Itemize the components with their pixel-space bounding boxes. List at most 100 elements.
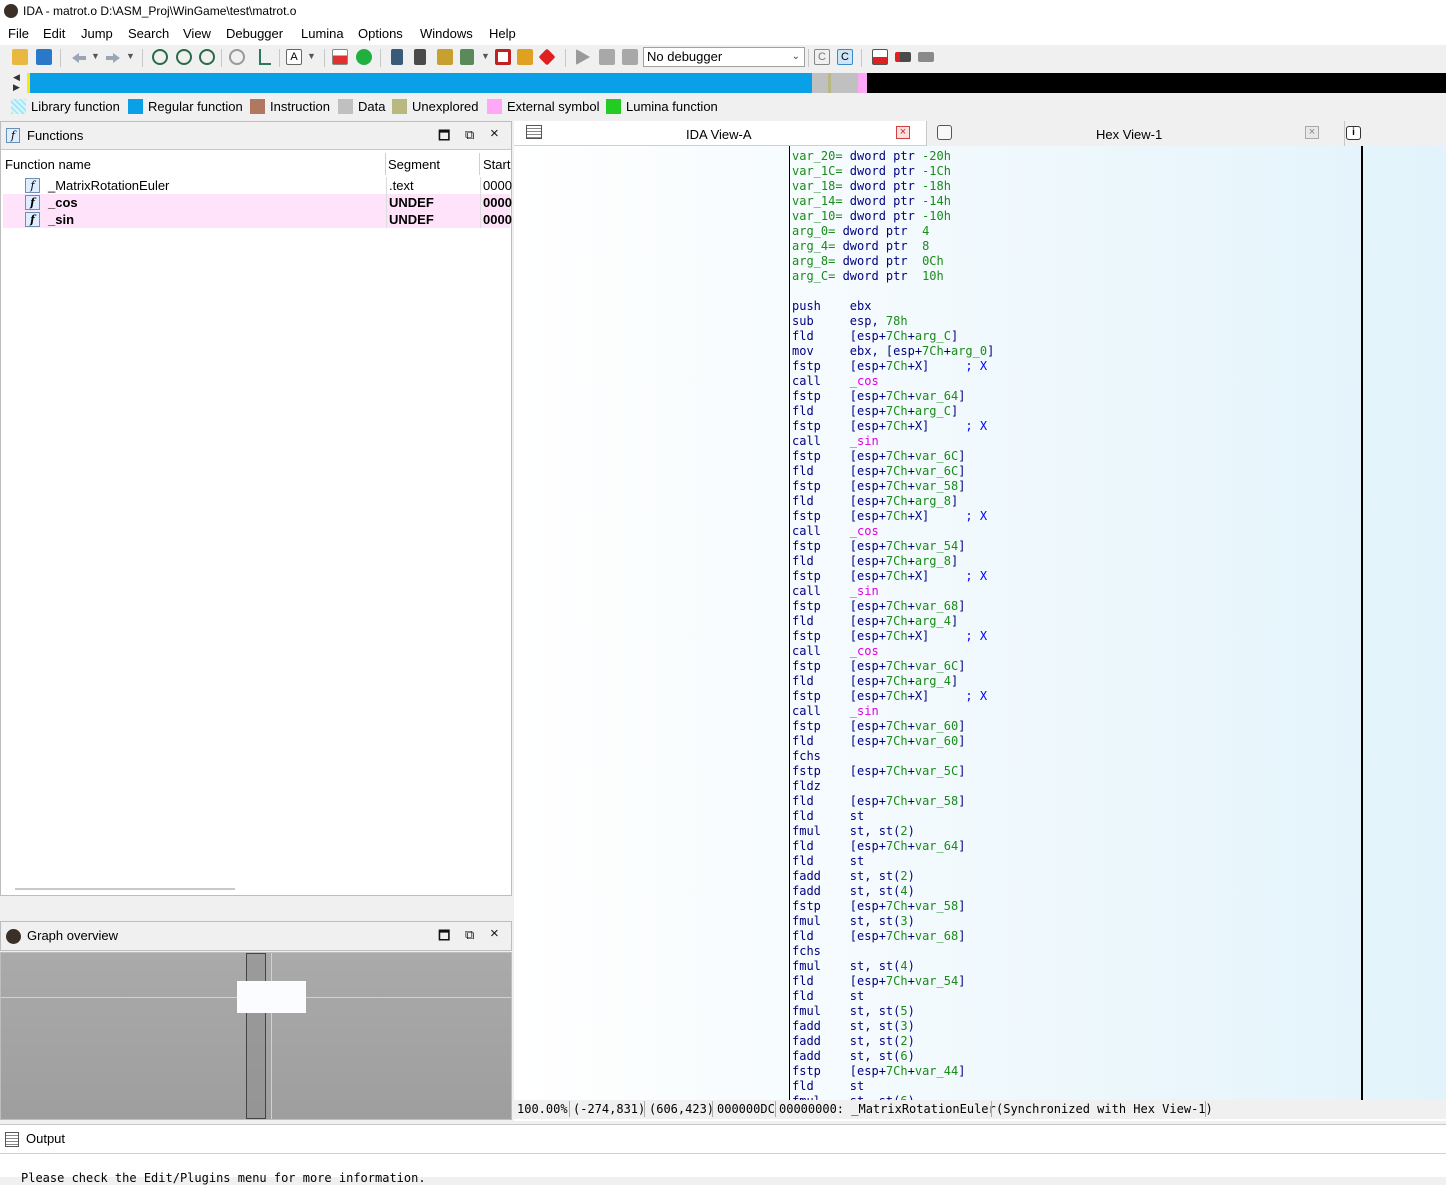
code-token[interactable]: arg_C [915,329,951,343]
code-line[interactable]: fstp [esp+7Ch+X] ; X [792,629,987,644]
code-line[interactable]: var_10= dword ptr -10h [792,209,951,224]
code-line[interactable]: fld [esp+7Ch+var_54] [792,974,965,989]
float-icon[interactable]: ⧉ [465,127,474,143]
open-folder-icon[interactable] [12,49,28,65]
code-line[interactable]: fld st [792,854,864,869]
pause-icon[interactable] [599,49,615,65]
code-line[interactable]: fadd st, st(6) [792,1049,915,1064]
menu-search[interactable]: Search [128,26,169,41]
table-row[interactable]: f _sin UNDEF 0000 [3,211,512,228]
code-line[interactable]: fld [esp+7Ch+var_58] [792,794,965,809]
code-line[interactable]: var_20= dword ptr -20h [792,149,951,164]
menu-windows[interactable]: Windows [420,26,473,41]
tab-info[interactable]: i [1344,121,1446,146]
code-line[interactable]: fstp [esp+7Ch+var_6C] [792,659,965,674]
code-token[interactable]: var_64 [915,839,958,853]
code-line[interactable]: fld [esp+7Ch+var_64] [792,839,965,854]
code-line[interactable]: var_14= dword ptr -14h [792,194,951,209]
code-line[interactable]: fadd st, st(4) [792,884,915,899]
list-gray-icon[interactable] [918,52,934,62]
horizontal-scrollbar[interactable] [15,888,235,890]
code-line[interactable]: call _sin [792,584,879,599]
font-icon[interactable]: A [286,49,302,65]
list-icon[interactable] [872,49,888,65]
code-token[interactable]: arg_4 [915,674,951,688]
code-line[interactable]: fstp [esp+7Ch+var_64] [792,389,965,404]
call-target[interactable]: _sin [850,704,879,718]
code-token[interactable]: var_1C= [792,164,850,178]
column-segment[interactable]: Segment [388,157,440,177]
code-token[interactable]: var_44 [915,1064,958,1078]
forward-arrow-icon[interactable] [106,53,120,63]
code-line[interactable]: fstp [esp+7Ch+var_44] [792,1064,965,1079]
jump-icon[interactable] [259,49,271,65]
code-token[interactable]: arg_8= [792,254,843,268]
patch-icon[interactable] [460,49,474,65]
tab-hex-view[interactable]: Hex View-1 × [926,121,1344,146]
edit-icon[interactable] [517,49,533,65]
menu-edit[interactable]: Edit [43,26,65,41]
close-icon[interactable]: × [490,125,499,142]
struct-icon[interactable] [437,49,453,65]
code-token[interactable]: arg_C= [792,269,843,283]
code-line[interactable]: fld [esp+7Ch+arg_C] [792,329,958,344]
menu-options[interactable]: Options [358,26,403,41]
data-icon[interactable] [414,49,426,65]
output-body[interactable]: Please check the Edit/Plugins menu for m… [0,1153,1446,1185]
code-line[interactable]: fchs [792,944,821,959]
run-script-icon[interactable] [356,49,372,65]
code-token[interactable]: var_14= [792,194,850,208]
code-line[interactable]: fld [esp+7Ch+var_6C] [792,464,965,479]
code-line[interactable]: fld [esp+7Ch+arg_8] [792,494,958,509]
graph-overview-canvas[interactable] [0,952,512,1120]
code-line[interactable]: fld st [792,809,864,824]
menu-file[interactable]: File [8,26,29,41]
code-line[interactable]: fldz [792,779,821,794]
code-token[interactable]: var_58 [915,794,958,808]
font-dropdown-icon[interactable]: ▼ [307,51,316,61]
call-target[interactable]: _sin [850,584,879,598]
close-icon[interactable]: × [490,925,499,942]
code-line[interactable]: fstp [esp+7Ch+var_58] [792,479,965,494]
code-line[interactable]: fstp [esp+7Ch+var_58] [792,899,965,914]
code-line[interactable]: call _cos [792,644,879,659]
code-line[interactable]: call _sin [792,434,879,449]
code-token[interactable]: arg_0= [792,224,843,238]
code-token[interactable]: var_68 [915,929,958,943]
stop-debug-icon[interactable] [622,49,638,65]
code-line[interactable]: arg_0= dword ptr 4 [792,224,929,239]
save-icon[interactable] [36,49,52,65]
code-line[interactable]: call _cos [792,524,879,539]
code-token[interactable]: var_58 [915,479,958,493]
close-tab-icon[interactable]: × [896,126,910,139]
menu-lumina[interactable]: Lumina [301,26,344,41]
code-line[interactable]: var_18= dword ptr -18h [792,179,951,194]
code-line[interactable]: fstp [esp+7Ch+var_68] [792,599,965,614]
float-icon[interactable]: ⧉ [465,927,474,943]
code-line[interactable]: fchs [792,749,821,764]
code-token[interactable]: var_64 [915,389,958,403]
code-line[interactable]: fstp [esp+7Ch+X] ; X [792,359,987,374]
code-line[interactable]: fld [esp+7Ch+var_60] [792,734,965,749]
call-target[interactable]: _cos [850,374,879,388]
c-icon[interactable]: C [814,49,830,65]
code-line[interactable]: fadd st, st(3) [792,1019,915,1034]
immediate-search-icon[interactable] [199,49,215,65]
code-line[interactable]: fld [esp+7Ch+arg_C] [792,404,958,419]
maximize-icon[interactable]: 🗖 [438,927,450,949]
code-line[interactable]: fld [esp+7Ch+arg_4] [792,614,958,629]
code-line[interactable]: fld [esp+7Ch+arg_4] [792,674,958,689]
code-line[interactable]: arg_4= dword ptr 8 [792,239,929,254]
code-line[interactable]: fstp [esp+7Ch+X] ; X [792,689,987,704]
code-token[interactable]: var_6C [915,464,958,478]
maximize-icon[interactable]: 🗖 [438,127,450,149]
navigation-band[interactable]: ◀ ▶ [0,72,1446,94]
menu-jump[interactable]: Jump [81,26,113,41]
back-dropdown-icon[interactable]: ▼ [91,51,100,61]
play-icon[interactable] [576,49,590,65]
code-token[interactable]: arg_8 [915,494,951,508]
column-function-name[interactable]: Function name [5,157,91,177]
column-start[interactable]: Start [483,157,510,177]
nav-right-arrow-icon[interactable]: ▶ [13,82,20,93]
code-line[interactable]: arg_C= dword ptr 10h [792,269,944,284]
